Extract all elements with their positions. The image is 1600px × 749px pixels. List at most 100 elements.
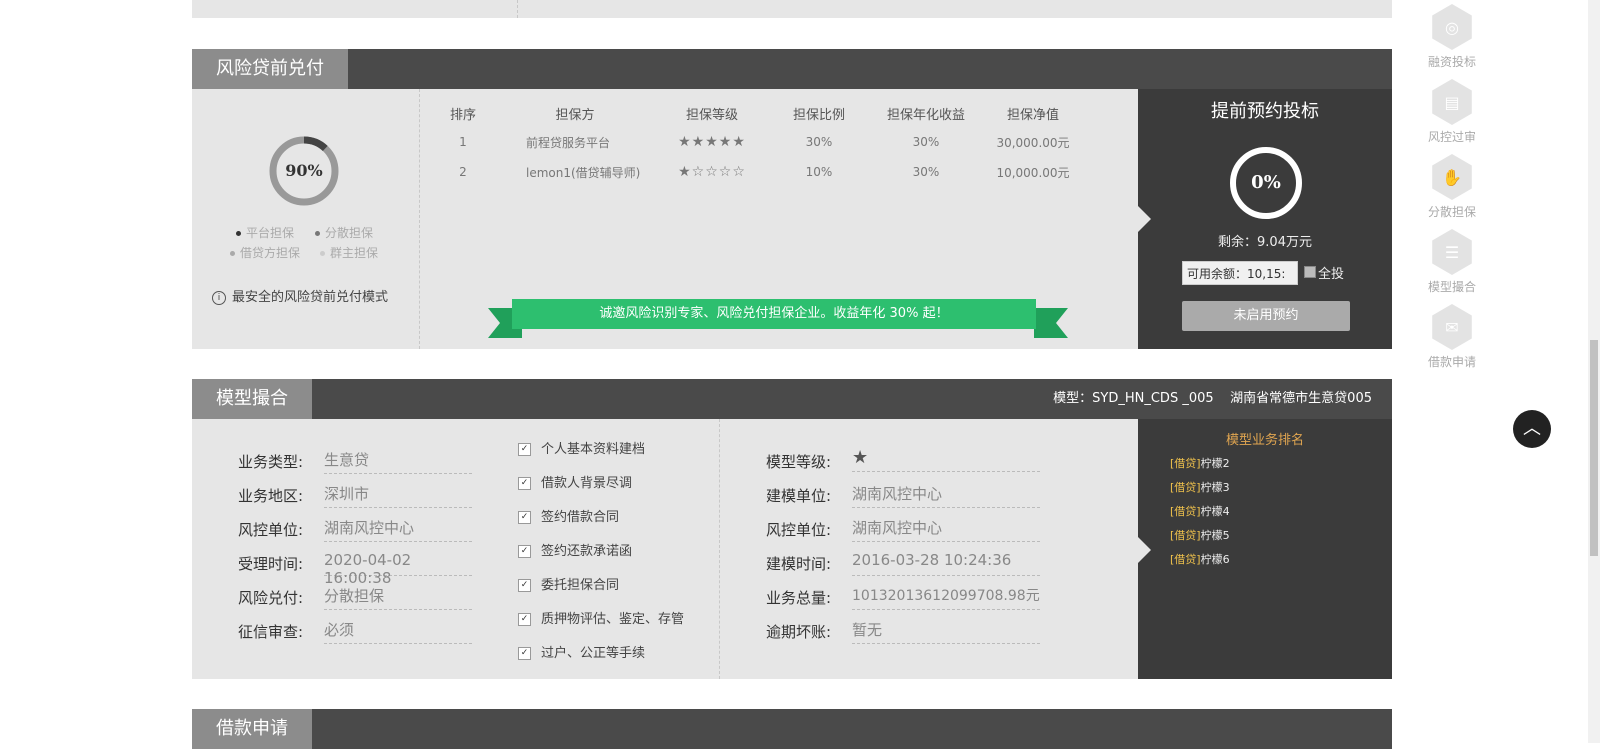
check-icon: ✓ <box>518 443 531 456</box>
field-label: 业务总量: <box>766 589 832 607</box>
page-scrollbar[interactable] <box>1588 0 1600 743</box>
field-label: 业务地区: <box>238 487 304 505</box>
field-label: 风控单位: <box>766 521 832 539</box>
field-value: 2020-04-02 16:00:38 <box>324 551 472 587</box>
envelope-icon: ✉ <box>1432 304 1472 350</box>
model-info: 模型：SYD_HN_CDS _005 湖南省常德市生意贷005 <box>1053 391 1372 406</box>
guarantee-donut-chart: 90% <box>269 136 339 206</box>
guarantor-link[interactable]: lemon1(借贷辅导师) <box>494 157 656 187</box>
guarantor-table: 排序 担保方 担保等级 担保比例 担保年化收益 担保净值 1 前程贷服务平台 ★… <box>432 99 1084 187</box>
field-label: 模型等级: <box>766 453 832 471</box>
model-section-body: 业务类型: 生意贷 业务地区: 深圳市 风控单位: 湖南风控中心 受理时间: 2… <box>192 419 1392 679</box>
checklist-item: ✓ 签约还款承诺函 <box>518 540 632 559</box>
check-icon: ✓ <box>518 477 531 490</box>
model-section-header: 模型撮合 模型：SYD_HN_CDS _005 湖南省常德市生意贷005 <box>192 379 1392 419</box>
hand-icon: ✋ <box>1432 154 1472 200</box>
field-label: 建模单位: <box>766 487 832 505</box>
rating-stars: ★☆☆☆☆ <box>678 164 746 180</box>
field-value: 分散担保 <box>324 585 472 610</box>
risk-section-header: 风险贷前兑付 <box>192 49 1392 89</box>
recruit-banner[interactable]: 诚邀风险识别专家、风险兑付担保企业。收益年化 30% 起！ <box>512 299 1036 329</box>
loan-section-header: 借款申请 <box>192 709 1392 749</box>
field-label: 受理时间: <box>238 555 304 573</box>
table-row: 1 前程贷服务平台 ★★★★★ 30% 30% 30,000.00元 <box>432 127 1084 157</box>
side-nav-item[interactable]: ☰ 模型撮合 <box>1428 229 1476 295</box>
ranking-item[interactable]: [借贷]柠檬2 <box>1170 455 1230 471</box>
side-nav-item[interactable]: ▤ 风控过审 <box>1428 79 1476 145</box>
previous-section-bottom <box>192 0 1392 18</box>
checklist-item: ✓ 质押物评估、鉴定、存管 <box>518 608 684 627</box>
safety-note: i 最安全的风险贷前兑付模式 <box>212 286 388 305</box>
chevron-up-icon: ︿ <box>1523 418 1541 439</box>
rating-stars: ★★★★★ <box>678 134 746 150</box>
risk-section-body: 90% 平台担保 分散担保 借贷方担保 群主担保 i 最安全的风险贷前兑付模式 排… <box>192 89 1392 349</box>
field-value: 生意贷 <box>324 449 472 474</box>
guarantor-link[interactable]: 前程贷服务平台 <box>494 127 656 157</box>
checklist-item: ✓ 过户、公正等手续 <box>518 642 645 661</box>
model-level-star: ★ <box>852 447 1040 472</box>
ranking-item[interactable]: [借贷]柠檬5 <box>1170 527 1230 543</box>
ranking-panel: 模型业务排名 [借贷]柠檬2 [借贷]柠檬3 [借贷]柠檬4 [借贷]柠檬5 [… <box>1137 419 1392 679</box>
field-label: 业务类型: <box>238 453 304 471</box>
legend-item: 群主担保 <box>320 244 378 261</box>
check-icon: ✓ <box>518 511 531 524</box>
reserve-title: 提前预约投标 <box>1211 101 1319 122</box>
ribbon-right-tail <box>1034 308 1068 338</box>
model-section-title: 模型撮合 <box>192 379 312 419</box>
field-label: 风控单位: <box>238 521 304 539</box>
table-row: 2 lemon1(借贷辅导师) ★☆☆☆☆ 10% 30% 10,000.00元 <box>432 157 1084 187</box>
document-check-icon: ▤ <box>1432 79 1472 125</box>
checklist-item: ✓ 借款人背景尽调 <box>518 472 632 491</box>
remaining-amount: 剩余：9.04万元 <box>1218 235 1312 250</box>
legend-item: 平台担保 <box>236 224 294 241</box>
legend-item: 借贷方担保 <box>230 244 300 261</box>
field-value: 深圳市 <box>324 483 472 508</box>
side-nav-item[interactable]: ◎ 融资投标 <box>1428 4 1476 70</box>
reserve-button[interactable]: 未启用预约 <box>1182 301 1350 331</box>
divider <box>517 0 518 18</box>
check-icon: ✓ <box>518 579 531 592</box>
table-header: 排序 担保方 担保等级 担保比例 担保年化收益 担保净值 <box>449 107 1059 123</box>
donut-percent: 90% <box>285 161 322 180</box>
field-value: 必须 <box>324 619 472 644</box>
panel-notch <box>1137 536 1151 564</box>
available-balance-field[interactable]: 可用余额：10,15: <box>1182 261 1298 285</box>
field-value: 2016-03-28 10:24:36 <box>852 551 1040 576</box>
field-value: 湖南风控中心 <box>852 483 1040 508</box>
database-icon: ☰ <box>1432 229 1472 275</box>
ranking-item[interactable]: [借贷]柠檬4 <box>1170 503 1230 519</box>
side-nav-item[interactable]: ✋ 分散担保 <box>1428 154 1476 220</box>
check-icon: ✓ <box>518 613 531 626</box>
checklist-item: ✓ 个人基本资料建档 <box>518 438 645 457</box>
field-value: 湖南风控中心 <box>852 517 1040 542</box>
checklist-item: ✓ 签约借款合同 <box>518 506 619 525</box>
divider <box>719 419 720 679</box>
side-nav-item[interactable]: ✉ 借款申请 <box>1428 304 1476 370</box>
ranking-item[interactable]: [借贷]柠檬3 <box>1170 479 1230 495</box>
target-icon: ◎ <box>1432 4 1472 50</box>
divider <box>419 89 420 349</box>
ranking-item[interactable]: [借贷]柠檬6 <box>1170 551 1230 567</box>
reserve-panel: 提前预约投标 0% 剩余：9.04万元 可用余额：10,15: 全投 未启用预约 <box>1137 89 1392 349</box>
back-to-top-button[interactable]: ︿ <box>1513 410 1551 448</box>
field-value: 湖南风控中心 <box>324 517 472 542</box>
ranking-title: 模型业务排名 <box>1225 433 1304 448</box>
loan-section-title: 借款申请 <box>192 709 312 749</box>
legend-item: 分散担保 <box>315 224 373 241</box>
field-label: 风险兑付: <box>238 589 304 607</box>
field-label: 建模时间: <box>766 555 832 573</box>
field-value: 暂无 <box>852 619 1040 644</box>
scrollbar-thumb[interactable] <box>1590 340 1598 556</box>
check-icon: ✓ <box>518 545 531 558</box>
field-value: 10132013612099708.98元 <box>852 585 1040 610</box>
info-icon: i <box>212 290 226 305</box>
field-label: 逾期坏账: <box>766 623 832 641</box>
field-label: 征信审查: <box>238 623 304 641</box>
risk-section-title: 风险贷前兑付 <box>192 49 348 89</box>
invest-all-label[interactable]: 全投 <box>1318 263 1344 282</box>
progress-ring: 0% <box>1230 147 1302 219</box>
panel-notch <box>1137 205 1151 233</box>
check-icon: ✓ <box>518 647 531 660</box>
checklist-item: ✓ 委托担保合同 <box>518 574 619 593</box>
invest-all-checkbox[interactable] <box>1304 266 1316 278</box>
